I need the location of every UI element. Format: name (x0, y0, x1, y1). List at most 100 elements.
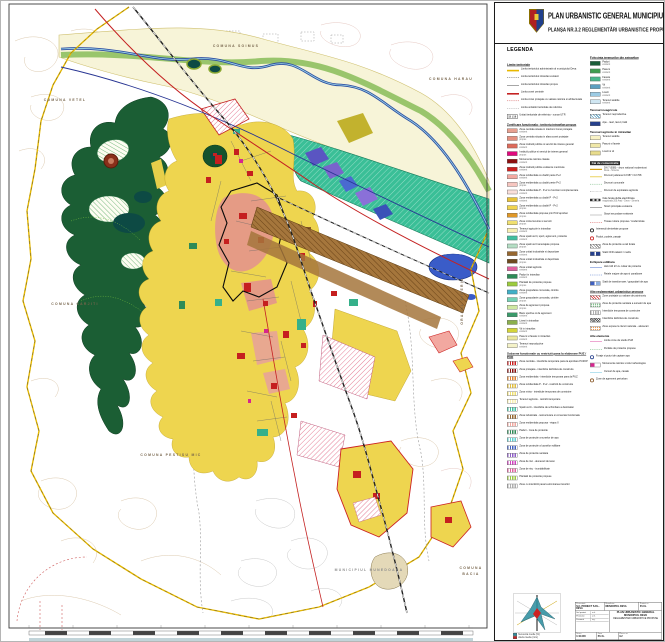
legend-item: Monumente istorice si situri arheologice (590, 363, 664, 369)
legend-swatch (507, 320, 517, 324)
legend-section-header: Subzone functionale cu restrictii pana l… (507, 352, 592, 359)
legend-item-label: Zona rezidentiala cu cladiri P - P+2exis… (519, 197, 557, 202)
legend-item: Zona gospodarie comunala, cimitireexiste… (507, 289, 592, 295)
legend-item: Zona industriala - restructurare si conv… (507, 414, 592, 420)
legend-item: Strazi secundare existente (590, 213, 664, 219)
legend-section-header: Alte reglementari urbanistice propuse (590, 290, 664, 293)
legend-item-label: Monumente istorice si situri arheologice (602, 363, 645, 366)
legend-item-label: Plantatii de protectie propuse (519, 476, 551, 479)
legend-item-label: Livezi in intravilanexistent (519, 320, 539, 325)
wind-rose-legend-entry: viteza medie (m/s) (513, 636, 567, 639)
legend-item-label: Zone cu interdictii pana la eliminarea r… (519, 483, 569, 486)
faza-cell: FazaP.U.G. (597, 632, 619, 639)
legend-swatch (590, 121, 600, 125)
legend-item-label: Zona centrala situata in interiorul zone… (519, 128, 572, 133)
legend-item: Ape - rauri, lacuri, balti (590, 121, 664, 127)
legend-item: Paduri - zona de protectie (507, 429, 592, 435)
legend-section-header: Folosinta terenurilor din extravilan (590, 56, 664, 59)
legend-swatch (590, 100, 600, 104)
legend-item: Zona mixta locuinte si serviciipropus (507, 220, 592, 226)
legend-swatch (507, 461, 517, 465)
legend-item-label: Zona industriala - restructurare si conv… (519, 414, 579, 417)
legend-swatch (507, 167, 517, 171)
legend-swatch (507, 392, 517, 396)
legend-item: Foraje si puturi de captare apa (590, 355, 664, 361)
legend-item-label: Zona rezidentiala propusa - etapa II (519, 422, 558, 425)
legend-swatch (507, 228, 517, 232)
legend-item: Livezi si vii (590, 151, 664, 157)
legend-item: Zona rezidentiala P - P+2 - restrictii d… (507, 383, 592, 389)
legend-item-label: Zona de agrement propusapropus (519, 305, 549, 310)
legend-swatch (590, 295, 600, 299)
legend-title: LEGENDA (507, 47, 533, 53)
legend-item: Zone protejate cu valoare de patrimoniu (590, 295, 664, 301)
legend-item-label: Limite zone de studiu PUZ (604, 340, 633, 343)
legend-swatch (507, 484, 517, 488)
legend-item: Zone de protectie sanitara a surselor de… (590, 302, 664, 308)
legend-item-label: Zona unitati industriale si depozitarepr… (519, 259, 559, 264)
legend-item-label: Paduri in intravilanexistent (519, 274, 539, 279)
legend-item: Zona rezidentiala cu cladiri peste P+2ex… (507, 174, 592, 180)
legend-item-label: Liveziexistent (602, 92, 610, 97)
legend-item: Interdictie definitiva de construire (590, 318, 664, 324)
legend-section-header: Zonificare functionala - teritoriu intra… (507, 123, 592, 126)
legend-swatch (590, 136, 600, 140)
legend-item-label: Zone protejate cu valoare de patrimoniu (602, 295, 646, 298)
legend-item-label: Monumente istorice clasateexistent (519, 159, 549, 164)
legend-item: Zona de protectie a caii ferate (590, 243, 664, 249)
legend-item: Limite zone de studiu PUZ (590, 340, 664, 346)
legend-item: Statii CFR calatori / marfa (590, 251, 664, 257)
legend-swatch (507, 259, 517, 263)
legend-swatch (590, 378, 594, 382)
legend-item-label: Baze sportive si de agrementexistent (519, 312, 551, 317)
legend-item: Livezi in intravilanexistent (507, 320, 592, 326)
legend-item: Trasee rutiere propuse / modernizate (590, 220, 664, 226)
legend-item-label: Zona de protectie a lucrarilor edilitare (519, 445, 560, 448)
legend-item: Statii de transformare / gospodarii de a… (590, 281, 664, 287)
legend-item: Terenuri neproductiveexistent (507, 343, 592, 349)
legend-swatch (507, 336, 517, 340)
legend-item: Terenuri arabileexistent (590, 99, 664, 105)
legend-swatch (507, 274, 517, 278)
legend-item-label: Cursuri de apa, canale (604, 370, 629, 373)
legend-swatch (507, 313, 517, 317)
legend-item-label: Unitati teritoriale de referinta - numar… (519, 114, 565, 117)
legend-swatch (507, 368, 517, 372)
legend-swatch (590, 92, 600, 96)
legend-item-label: Zona rezidentiala cu cladiri peste P+2pr… (519, 182, 560, 187)
legend-swatch (507, 430, 517, 434)
legend-item-label: Intersectii denivelate propuse (596, 228, 628, 231)
legend-swatch (590, 77, 600, 81)
legend-item-label: Terenuri neproductive (602, 113, 626, 116)
legend-item-label: Zona centrala situata in afara zonei pro… (519, 136, 568, 141)
legend-item-label: Limita teritoriului intravilan existent (521, 76, 559, 79)
legend-item-label: Trasee rutiere propuse / modernizate (604, 220, 645, 223)
legend-item: Zona de risc - inundabilitate (507, 468, 592, 474)
legend-item-label: Zona unitati industriale si depozitareex… (519, 251, 559, 256)
legend-swatch (590, 355, 594, 359)
legend-swatch (507, 415, 517, 419)
legend-item-label: Zona spatii verzi, sport, agrement, prot… (519, 236, 567, 241)
legend-item: Zona spatii verzi amenajate propusepropu… (507, 243, 592, 249)
legend-swatch (507, 159, 517, 163)
legend-swatch (590, 281, 600, 285)
legend-item-label: Zona gospodarie comunala, cimitireexiste… (519, 289, 558, 294)
legend-item: 15 | 19Unitati teritoriale de referinta … (507, 114, 592, 120)
legend-item-label: Limita zonei protejate cu valoare istori… (521, 99, 582, 102)
legend-swatch (507, 205, 517, 209)
title-block: Proiectant:S.C. PROIECT S.R.L. DEVABenef… (575, 602, 662, 640)
legend-swatch (507, 182, 517, 186)
legend-swatch (590, 143, 600, 147)
legend-swatch (507, 221, 517, 225)
legend-item: Limita teritoriului intravilan propus (507, 83, 592, 89)
wind-rose-legend: frecventa medie (%)viteza medie (m/s) (513, 633, 567, 639)
legend-item-label: Limita unitatilor teritoriale de referin… (521, 106, 562, 109)
legend-item-label: Zona rezidentiala propusa prin PUZ aprob… (519, 213, 567, 218)
legend-item-label: Statii de transformare / gospodarii de a… (602, 281, 647, 284)
legend-item: Viiexistent (590, 84, 664, 90)
legend-swatch (507, 152, 517, 156)
legend-swatch (590, 244, 600, 248)
legend-swatch (590, 310, 600, 314)
legend-item: Pasuniexistent (590, 69, 664, 75)
legend-item: Zona centrala situata in interiorul zone… (507, 128, 592, 134)
